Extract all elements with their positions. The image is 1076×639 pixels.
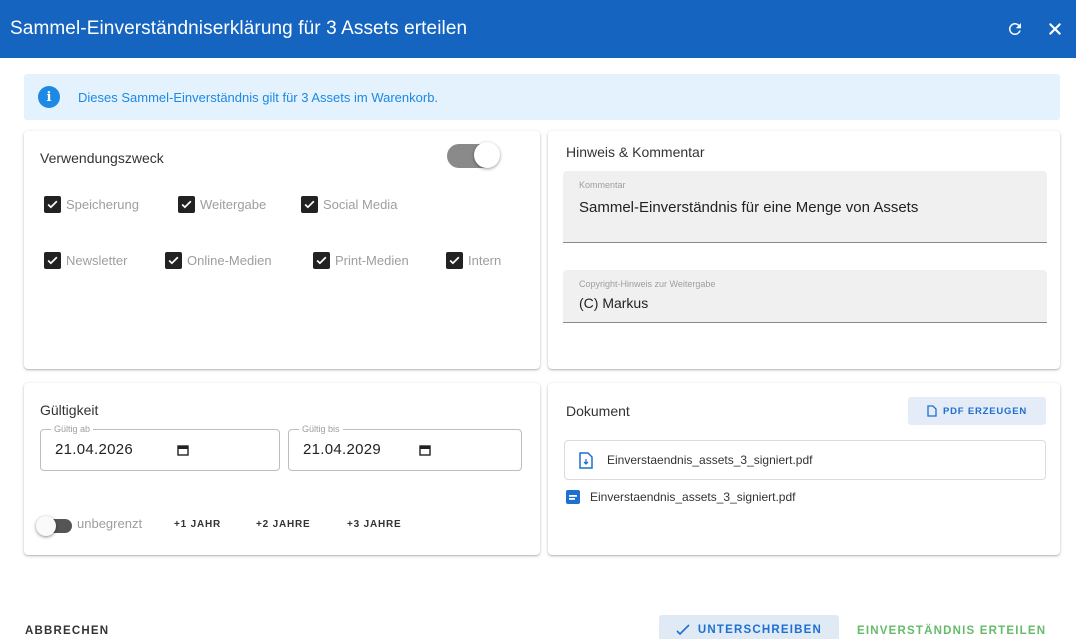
- check-icon: [446, 252, 463, 269]
- file-icon: [927, 405, 937, 417]
- valid-from-label: Gültig ab: [51, 424, 94, 434]
- unlimited-label: unbegrenzt: [77, 516, 143, 531]
- signature-icon: [676, 624, 690, 636]
- valid-from-field[interactable]: Gültig ab 21.04.2026: [40, 424, 280, 471]
- comment-value: Sammel-Einverständnis für eine Menge von…: [579, 199, 919, 216]
- usage-toggle[interactable]: [447, 142, 500, 170]
- document-title: Dokument: [566, 403, 630, 419]
- grant-consent-button[interactable]: EINVERSTÄNDNIS ERTEILEN: [857, 625, 1046, 637]
- checkbox-label: Newsletter: [66, 253, 128, 268]
- checkbox-print-medien[interactable]: Print-Medien: [313, 252, 409, 269]
- notes-card: [548, 131, 1060, 369]
- valid-from-value: 21.04.2026: [55, 441, 134, 458]
- checkbox-weitergabe[interactable]: Weitergabe: [178, 196, 266, 213]
- check-icon: [313, 252, 330, 269]
- plus-2-years-button[interactable]: +2 JAHRE: [256, 519, 310, 530]
- info-banner: i Dieses Sammel-Einverständnis gilt für …: [24, 74, 1060, 120]
- create-pdf-label: PDF ERZEUGEN: [942, 405, 1028, 417]
- sign-label: UNTERSCHREIBEN: [697, 624, 823, 636]
- checkbox-speicherung[interactable]: Speicherung: [44, 196, 139, 213]
- sign-button[interactable]: UNTERSCHREIBEN: [659, 615, 839, 639]
- valid-to-label: Gültig bis: [299, 424, 343, 434]
- checkbox-social-media[interactable]: Social Media: [301, 196, 397, 213]
- calendar-icon[interactable]: [419, 443, 431, 456]
- info-icon: i: [38, 86, 60, 108]
- comment-label: Kommentar: [579, 180, 626, 190]
- file-name: Einverstaendnis_assets_3_signiert.pdf: [590, 490, 796, 504]
- dialog-title: Sammel-Einverständniserklärung für 3 Ass…: [10, 18, 468, 39]
- signed-file-item[interactable]: Einverstaendnis_assets_3_signiert.pdf: [564, 440, 1046, 480]
- calendar-icon[interactable]: [177, 443, 189, 456]
- valid-to-field[interactable]: Gültig bis 21.04.2029: [288, 424, 522, 471]
- checkbox-label: Print-Medien: [335, 253, 409, 268]
- usage-title: Verwendungszweck: [40, 150, 164, 166]
- checkbox-label: Intern: [468, 253, 502, 268]
- dialog-header: Sammel-Einverständniserklärung für 3 Ass…: [0, 0, 1076, 58]
- copyright-field[interactable]: Copyright-Hinweis zur Weitergabe (C) Mar…: [563, 270, 1047, 323]
- checkbox-label: Speicherung: [66, 197, 139, 212]
- file-link[interactable]: Einverstaendnis_assets_3_signiert.pdf: [566, 490, 795, 504]
- consent-dialog: Sammel-Einverständniserklärung für 3 Ass…: [0, 0, 1076, 639]
- info-text: Dieses Sammel-Einverständnis gilt für 3 …: [78, 89, 439, 105]
- document-icon: [566, 490, 580, 504]
- file-name: Einverstaendnis_assets_3_signiert.pdf: [607, 453, 813, 467]
- checkbox-online-medien[interactable]: Online-Medien: [165, 252, 272, 269]
- check-icon: [44, 196, 61, 213]
- notes-title: Hinweis & Kommentar: [566, 144, 705, 160]
- checkbox-label: Social Media: [323, 197, 398, 212]
- comment-field[interactable]: Kommentar Sammel-Einverständnis für eine…: [563, 171, 1047, 243]
- close-icon[interactable]: [1044, 18, 1066, 40]
- valid-to-value: 21.04.2029: [303, 441, 382, 458]
- check-icon: [178, 196, 195, 213]
- checkbox-newsletter[interactable]: Newsletter: [44, 252, 127, 269]
- checkbox-intern[interactable]: Intern: [446, 252, 501, 269]
- check-icon: [301, 196, 318, 213]
- copyright-value: (C) Markus: [579, 295, 649, 311]
- create-pdf-button[interactable]: PDF ERZEUGEN: [908, 397, 1046, 425]
- copyright-label: Copyright-Hinweis zur Weitergabe: [579, 279, 716, 289]
- unlimited-toggle[interactable]: [36, 516, 72, 536]
- plus-3-years-button[interactable]: +3 JAHRE: [347, 519, 401, 530]
- cancel-button[interactable]: ABBRECHEN: [25, 625, 109, 637]
- check-icon: [44, 252, 61, 269]
- checkbox-label: Online-Medien: [187, 253, 272, 268]
- check-icon: [165, 252, 182, 269]
- refresh-icon[interactable]: [1004, 18, 1026, 40]
- validity-title: Gültigkeit: [40, 402, 99, 418]
- pdf-file-icon: [579, 451, 593, 469]
- plus-1-year-button[interactable]: +1 JAHR: [174, 519, 221, 530]
- checkbox-label: Weitergabe: [200, 197, 267, 212]
